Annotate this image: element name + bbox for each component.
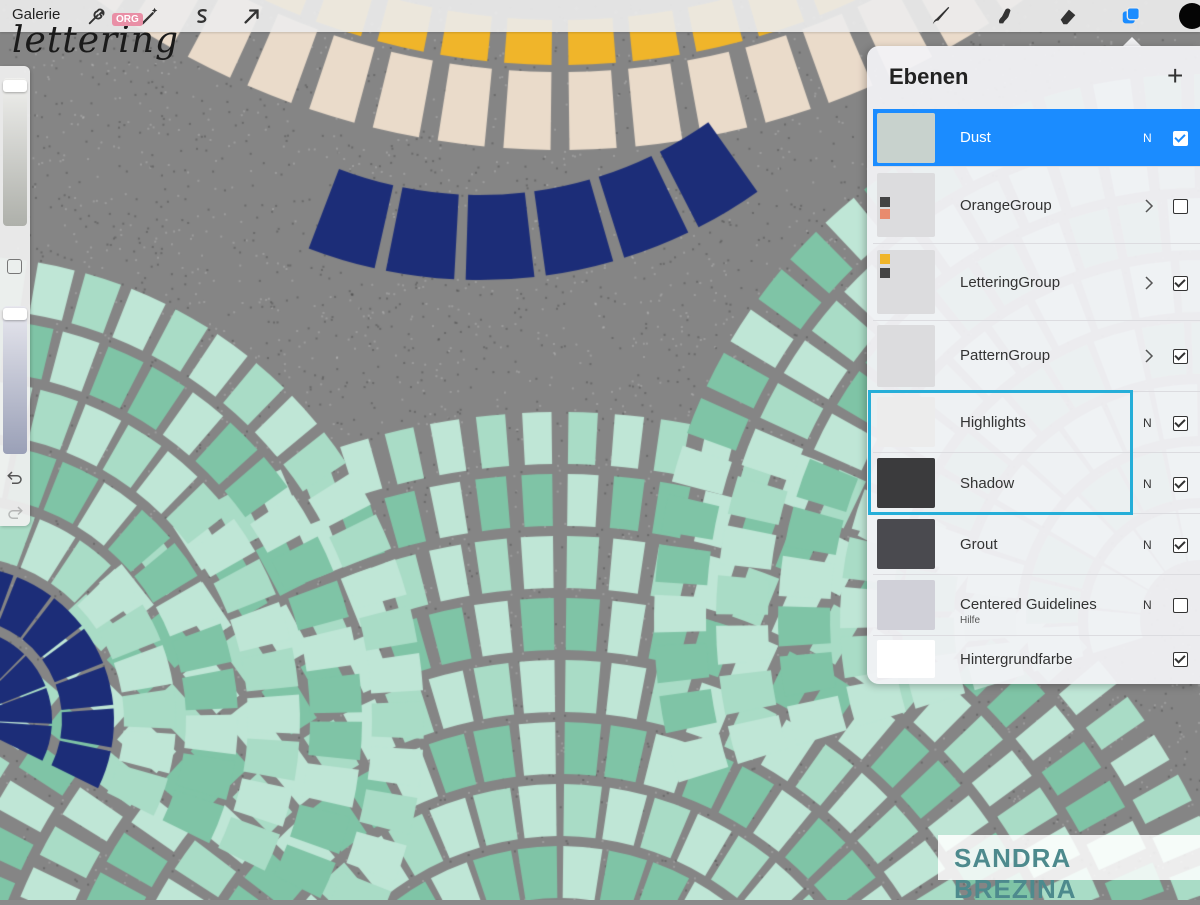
layer-row-centered-guidelines[interactable]: Centered Guidelines Hilfe N <box>873 575 1200 636</box>
layer-name: PatternGroup <box>960 347 1050 364</box>
selection-s-icon[interactable] <box>189 3 215 29</box>
opacity-slider[interactable] <box>3 306 27 454</box>
layer-name: Hintergrundfarbe <box>960 651 1073 668</box>
blend-mode-label[interactable]: N <box>1143 477 1152 491</box>
watermark-logo-badge: ORG <box>112 13 143 26</box>
layer-visibility-checkbox[interactable] <box>1173 538 1188 553</box>
brush-icon[interactable] <box>928 3 954 29</box>
smudge-icon[interactable] <box>992 3 1018 29</box>
watermark-logo: lettering <box>12 20 179 61</box>
watermark-banner: SANDRA BREZINA <box>938 835 1200 880</box>
brush-size-handle[interactable] <box>3 80 27 92</box>
layer-visibility-checkbox[interactable] <box>1173 276 1188 291</box>
blend-mode-label[interactable]: N <box>1143 131 1152 145</box>
blend-mode-label[interactable]: N <box>1143 538 1152 552</box>
layer-visibility-checkbox[interactable] <box>1173 199 1188 214</box>
layer-row-background-color[interactable]: Hintergrundfarbe <box>873 636 1200 684</box>
chevron-right-icon[interactable] <box>1143 275 1155 291</box>
layer-row-grout[interactable]: Grout N <box>873 514 1200 575</box>
layer-visibility-checkbox[interactable] <box>1173 652 1188 667</box>
layer-name: OrangeGroup <box>960 197 1052 214</box>
layer-visibility-checkbox[interactable] <box>1173 598 1188 613</box>
layer-visibility-checkbox[interactable] <box>1173 349 1188 364</box>
layer-visibility-checkbox[interactable] <box>1173 131 1188 146</box>
left-sidebar <box>0 66 30 526</box>
move-arrow-icon[interactable] <box>239 3 265 29</box>
layer-row-patterngroup[interactable]: PatternGroup <box>873 321 1200 392</box>
layers-panel-title: Ebenen <box>889 64 968 90</box>
chevron-right-icon[interactable] <box>1143 198 1155 214</box>
current-color-swatch[interactable] <box>1179 3 1200 29</box>
modify-button[interactable] <box>7 259 22 274</box>
selection-highlight-box <box>868 390 1133 515</box>
layer-row-dust[interactable]: Dust N <box>873 109 1200 167</box>
top-toolbar: Galerie <box>0 0 1200 32</box>
layers-icon[interactable] <box>1118 3 1144 29</box>
layer-row-letteringgroup[interactable]: LetteringGroup <box>873 244 1200 321</box>
add-layer-button[interactable]: + <box>1167 64 1183 88</box>
layer-thumbnail <box>877 113 935 163</box>
blend-mode-label[interactable]: N <box>1143 416 1152 430</box>
layer-name: LetteringGroup <box>960 274 1060 291</box>
blend-mode-label[interactable]: N <box>1143 598 1152 612</box>
layer-thumbnail <box>877 519 935 569</box>
brush-size-slider[interactable] <box>3 78 27 226</box>
layer-thumbnail <box>877 173 935 237</box>
layer-visibility-checkbox[interactable] <box>1173 477 1188 492</box>
layer-name: Grout <box>960 536 998 553</box>
undo-icon[interactable] <box>6 469 24 487</box>
chevron-right-icon[interactable] <box>1143 348 1155 364</box>
layer-name: Centered Guidelines <box>960 596 1097 613</box>
layer-thumbnail <box>877 580 935 630</box>
layer-thumbnail <box>877 250 935 314</box>
layer-thumbnail <box>877 325 935 387</box>
opacity-handle[interactable] <box>3 308 27 320</box>
watermark-text: SANDRA BREZINA <box>954 843 1200 905</box>
layer-name: Dust <box>960 129 991 146</box>
layer-subtitle: Hilfe <box>960 615 980 626</box>
eraser-icon[interactable] <box>1055 3 1081 29</box>
redo-icon[interactable] <box>6 504 24 522</box>
layer-row-orangegroup[interactable]: OrangeGroup <box>873 167 1200 244</box>
layer-thumbnail <box>877 640 935 678</box>
layers-panel: Ebenen + Dust N OrangeGroup LetteringGro… <box>867 46 1200 684</box>
layer-visibility-checkbox[interactable] <box>1173 416 1188 431</box>
